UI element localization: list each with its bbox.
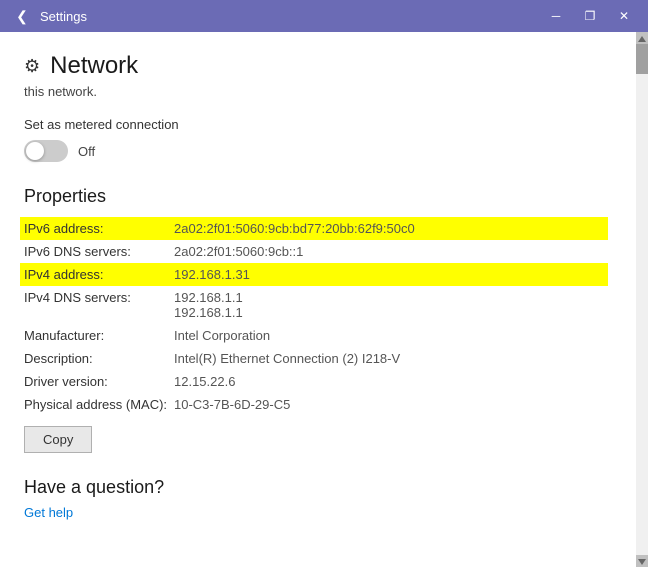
prop-row-ipv6-dns: IPv6 DNS servers: 2a02:2f01:5060:9cb::1 xyxy=(24,240,612,263)
prop-value-ipv4-dns-1: 192.168.1.1 xyxy=(174,290,243,305)
copy-button[interactable]: Copy xyxy=(24,426,92,453)
prop-row-manufacturer: Manufacturer: Intel Corporation xyxy=(24,324,612,347)
scrollbar[interactable] xyxy=(636,32,648,567)
toggle-state-label: Off xyxy=(78,144,95,159)
minimize-icon: ─ xyxy=(552,9,561,23)
metered-label: Set as metered connection xyxy=(24,117,612,132)
prop-value-mac-address: 10-C3-7B-6D-29-C5 xyxy=(174,397,290,412)
page-title: Network xyxy=(50,52,138,80)
back-icon: ❮ xyxy=(16,8,28,25)
prop-row-ipv4-address: IPv4 address: 192.168.1.31 xyxy=(20,263,608,286)
prop-row-ipv6-address: IPv6 address: 2a02:2f01:5060:9cb:bd77:20… xyxy=(20,217,608,240)
prop-row-ipv4-dns: IPv4 DNS servers: 192.168.1.1 192.168.1.… xyxy=(24,286,612,324)
properties-section-title: Properties xyxy=(24,186,612,207)
page-header: ⚙ Network xyxy=(24,52,612,80)
close-icon: ✕ xyxy=(619,9,629,23)
metered-toggle[interactable] xyxy=(24,140,68,162)
question-section: Have a question? Get help xyxy=(24,477,612,522)
question-title: Have a question? xyxy=(24,477,612,498)
page-subtitle: this network. xyxy=(24,84,612,99)
scrollbar-up-arrow[interactable] xyxy=(636,32,648,44)
restore-icon: ❐ xyxy=(585,9,596,23)
prop-value-manufacturer: Intel Corporation xyxy=(174,328,270,343)
toggle-knob xyxy=(26,142,44,160)
prop-row-driver-version: Driver version: 12.15.22.6 xyxy=(24,370,612,393)
metered-toggle-row: Off xyxy=(24,140,612,162)
prop-label-mac-address: Physical address (MAC): xyxy=(24,397,174,412)
gear-icon: ⚙ xyxy=(24,56,40,77)
minimize-button[interactable]: ─ xyxy=(540,2,572,30)
prop-row-mac-address: Physical address (MAC): 10-C3-7B-6D-29-C… xyxy=(24,393,612,416)
main-content: ⚙ Network this network. Set as metered c… xyxy=(0,32,636,567)
prop-value-ipv6-address: 2a02:2f01:5060:9cb:bd77:20bb:62f9:50c0 xyxy=(174,221,415,236)
prop-value-ipv4-address: 192.168.1.31 xyxy=(174,267,250,282)
prop-value-ipv4-dns: 192.168.1.1 192.168.1.1 xyxy=(174,290,243,320)
prop-label-ipv6-address: IPv6 address: xyxy=(24,221,174,236)
prop-label-ipv6-dns: IPv6 DNS servers: xyxy=(24,244,174,259)
title-bar-title: Settings xyxy=(40,9,540,24)
prop-value-ipv4-dns-2: 192.168.1.1 xyxy=(174,305,243,320)
prop-value-driver-version: 12.15.22.6 xyxy=(174,374,235,389)
prop-label-driver-version: Driver version: xyxy=(24,374,174,389)
prop-label-manufacturer: Manufacturer: xyxy=(24,328,174,343)
get-help-link[interactable]: Get help xyxy=(24,505,73,520)
prop-label-ipv4-address: IPv4 address: xyxy=(24,267,174,282)
scrollbar-thumb[interactable] xyxy=(636,44,648,74)
prop-row-description: Description: Intel(R) Ethernet Connectio… xyxy=(24,347,612,370)
prop-label-description: Description: xyxy=(24,351,174,366)
back-button[interactable]: ❮ xyxy=(8,2,36,30)
close-button[interactable]: ✕ xyxy=(608,2,640,30)
restore-button[interactable]: ❐ xyxy=(574,2,606,30)
scrollbar-down-arrow[interactable] xyxy=(636,555,648,567)
title-bar: ❮ Settings ─ ❐ ✕ xyxy=(0,0,648,32)
window-controls: ─ ❐ ✕ xyxy=(540,2,640,30)
prop-value-description: Intel(R) Ethernet Connection (2) I218-V xyxy=(174,351,400,366)
prop-label-ipv4-dns: IPv4 DNS servers: xyxy=(24,290,174,305)
prop-value-ipv6-dns: 2a02:2f01:5060:9cb::1 xyxy=(174,244,303,259)
